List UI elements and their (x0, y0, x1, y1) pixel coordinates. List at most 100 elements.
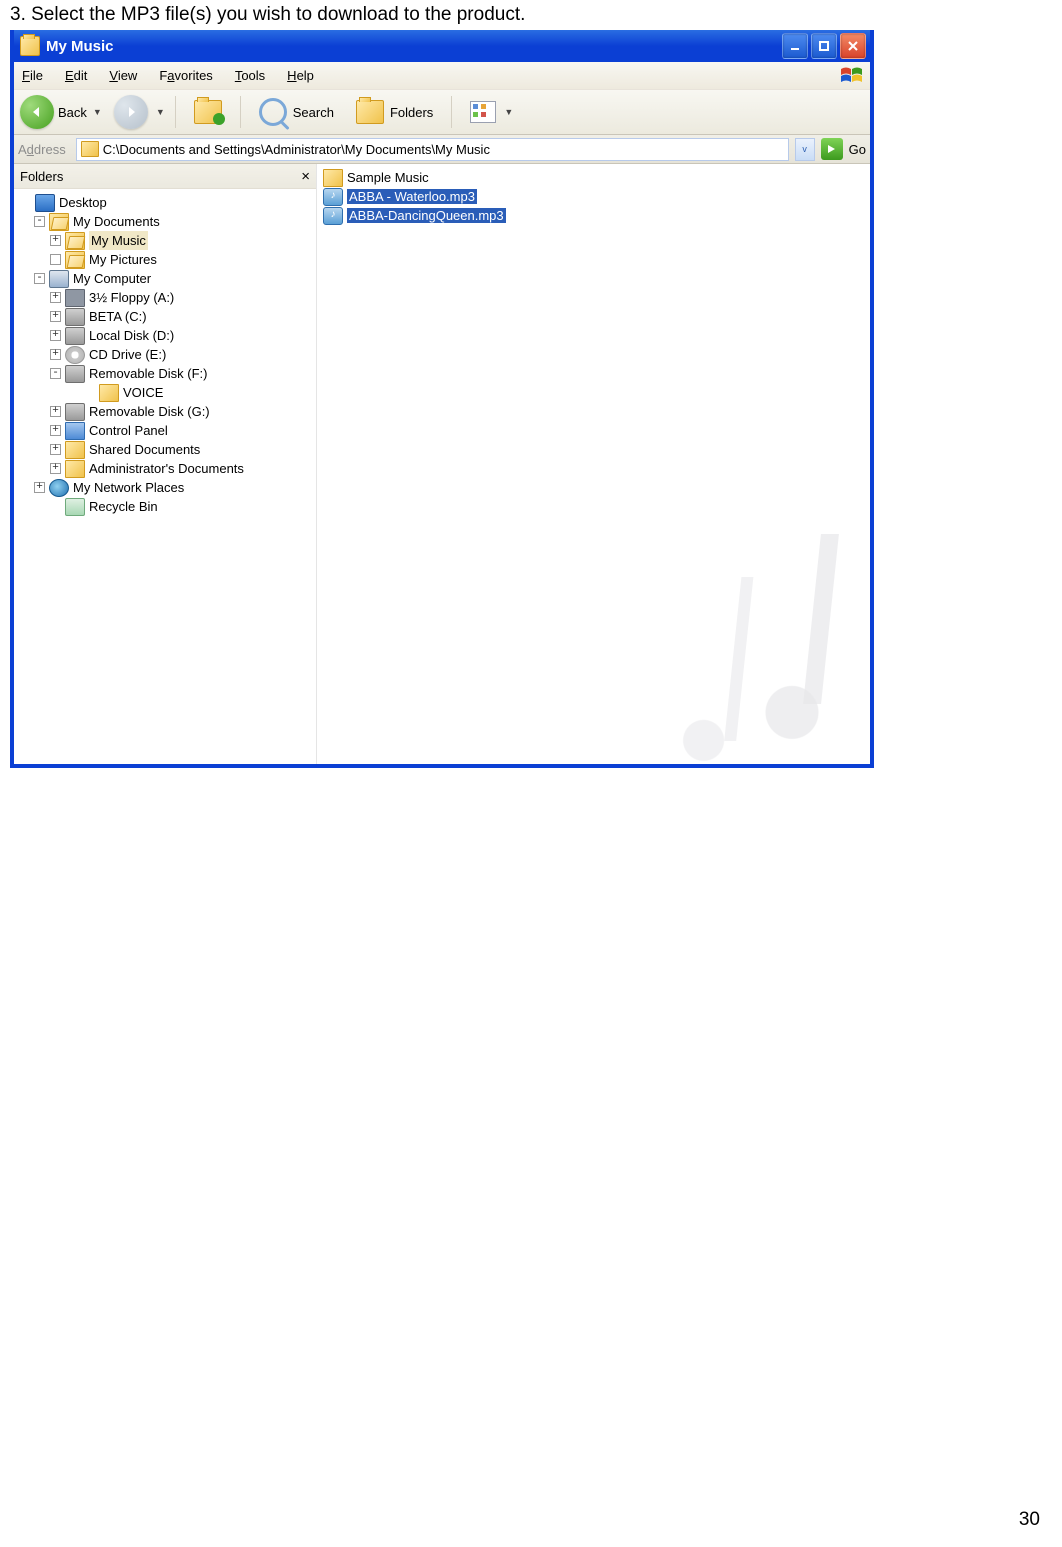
tree-node[interactable]: +3½ Floppy (A:) (18, 288, 316, 307)
tree-node[interactable]: Recycle Bin (18, 497, 316, 516)
back-label: Back (58, 105, 87, 120)
chevron-down-icon[interactable]: ▼ (93, 107, 102, 117)
menu-edit[interactable]: Edit (65, 68, 87, 83)
menu-favorites[interactable]: Favorites (159, 68, 212, 83)
expand-icon[interactable]: + (50, 235, 61, 246)
music-icon (323, 207, 343, 225)
cd-icon (65, 346, 85, 364)
tree-node[interactable]: VOICE (18, 383, 316, 402)
list-item[interactable]: Sample Music (323, 168, 864, 187)
tree-node-label: My Music (89, 231, 148, 250)
search-label: Search (293, 105, 334, 120)
menu-help[interactable]: Help (287, 68, 314, 83)
collapse-icon[interactable]: - (50, 368, 61, 379)
tree-node[interactable]: Desktop (18, 193, 316, 212)
tree-node[interactable]: -My Documents (18, 212, 316, 231)
menu-file[interactable]: File (22, 68, 43, 83)
folder-open-icon (65, 232, 85, 250)
file-list[interactable]: Sample Music ABBA - Waterloo.mp3 ABBA-Danc… (317, 164, 870, 764)
folders-header-label: Folders (20, 169, 63, 184)
go-label: Go (849, 142, 866, 157)
tree-node[interactable]: -My Computer (18, 269, 316, 288)
tree-node-label: Desktop (59, 193, 107, 212)
tree-node[interactable]: +Administrator's Documents (18, 459, 316, 478)
search-icon (259, 98, 287, 126)
folders-button[interactable]: Folders (348, 97, 441, 127)
tree-node-label: Control Panel (89, 421, 168, 440)
explorer-window: My Music File Edit View Favorites Tools … (10, 30, 874, 768)
minimize-button[interactable] (782, 33, 808, 59)
expand-icon[interactable]: + (50, 463, 61, 474)
menu-tools[interactable]: Tools (235, 68, 265, 83)
cp-icon (65, 422, 85, 440)
up-button[interactable] (186, 97, 230, 127)
list-item[interactable]: ABBA - Waterloo.mp3 (323, 187, 864, 206)
expand-icon[interactable]: + (50, 406, 61, 417)
tree-node-label: Local Disk (D:) (89, 326, 174, 345)
tree-node[interactable]: My Pictures (18, 250, 316, 269)
forward-button[interactable] (114, 95, 148, 129)
folder-icon (65, 441, 85, 459)
tree-node[interactable]: + My Network Places (18, 478, 316, 497)
expand-icon[interactable]: + (50, 292, 61, 303)
close-button[interactable] (840, 33, 866, 59)
menu-bar: File Edit View Favorites Tools Help (14, 62, 870, 90)
back-icon (20, 95, 54, 129)
tree-spacer (20, 197, 31, 208)
maximize-button[interactable] (811, 33, 837, 59)
folder-tree[interactable]: Desktop-My Documents + My Music My Picture… (14, 189, 316, 520)
tree-node-label: Removable Disk (F:) (89, 364, 207, 383)
tree-node-label: 3½ Floppy (A:) (89, 288, 174, 307)
tree-node[interactable]: + My Music (18, 231, 316, 250)
back-button[interactable]: Back ▼ (20, 95, 108, 129)
go-button[interactable] (821, 138, 843, 160)
drive-icon (65, 365, 85, 383)
expand-icon[interactable]: + (34, 482, 45, 493)
windows-flag-icon (838, 65, 866, 87)
list-item[interactable]: ABBA-DancingQueen.mp3 (323, 206, 864, 225)
chevron-down-icon[interactable]: ▼ (156, 107, 165, 117)
tree-node[interactable]: + Removable Disk (G:) (18, 402, 316, 421)
tree-node[interactable]: +CD Drive (E:) (18, 345, 316, 364)
list-item-label: Sample Music (347, 170, 429, 185)
tree-node-label: My Network Places (73, 478, 184, 497)
chevron-down-icon: ▼ (504, 107, 513, 117)
folder-open-icon (65, 251, 85, 269)
separator (240, 96, 241, 128)
tree-node[interactable]: + Control Panel (18, 421, 316, 440)
expand-icon[interactable]: + (50, 349, 61, 360)
tree-node[interactable]: + Shared Documents (18, 440, 316, 459)
floppy-icon (65, 289, 85, 307)
collapse-icon[interactable]: - (34, 273, 45, 284)
address-label: Address (18, 142, 66, 157)
address-dropdown[interactable]: v (795, 138, 815, 161)
tree-node-label: Removable Disk (G:) (89, 402, 210, 421)
bin-icon (65, 498, 85, 516)
search-button[interactable]: Search (251, 95, 342, 129)
views-icon (470, 101, 496, 123)
tree-node-label: Recycle Bin (89, 497, 158, 516)
expand-icon[interactable]: + (50, 311, 61, 322)
close-folders-button[interactable]: × (301, 168, 310, 185)
collapse-icon[interactable]: - (34, 216, 45, 227)
page-number: 30 (1019, 1509, 1040, 1531)
list-item-label: ABBA - Waterloo.mp3 (347, 189, 477, 204)
expand-icon[interactable]: + (50, 425, 61, 436)
expand-icon[interactable]: + (50, 444, 61, 455)
tree-node[interactable]: - Removable Disk (F:) (18, 364, 316, 383)
folder-icon (20, 36, 40, 56)
tree-node[interactable]: + Local Disk (D:) (18, 326, 316, 345)
address-input[interactable]: C:\Documents and Settings\Administrator\… (76, 138, 789, 161)
folder-icon (323, 169, 343, 187)
folders-header: Folders × (14, 164, 316, 189)
menu-view[interactable]: View (109, 68, 137, 83)
folders-icon (356, 100, 384, 124)
folder-icon (81, 141, 99, 157)
views-button[interactable]: ▼ (462, 98, 521, 126)
title-bar[interactable]: My Music (14, 30, 870, 62)
folders-label: Folders (390, 105, 433, 120)
separator (175, 96, 176, 128)
tree-node-label: Shared Documents (89, 440, 200, 459)
tree-node[interactable]: +BETA (C:) (18, 307, 316, 326)
expand-icon[interactable]: + (50, 330, 61, 341)
